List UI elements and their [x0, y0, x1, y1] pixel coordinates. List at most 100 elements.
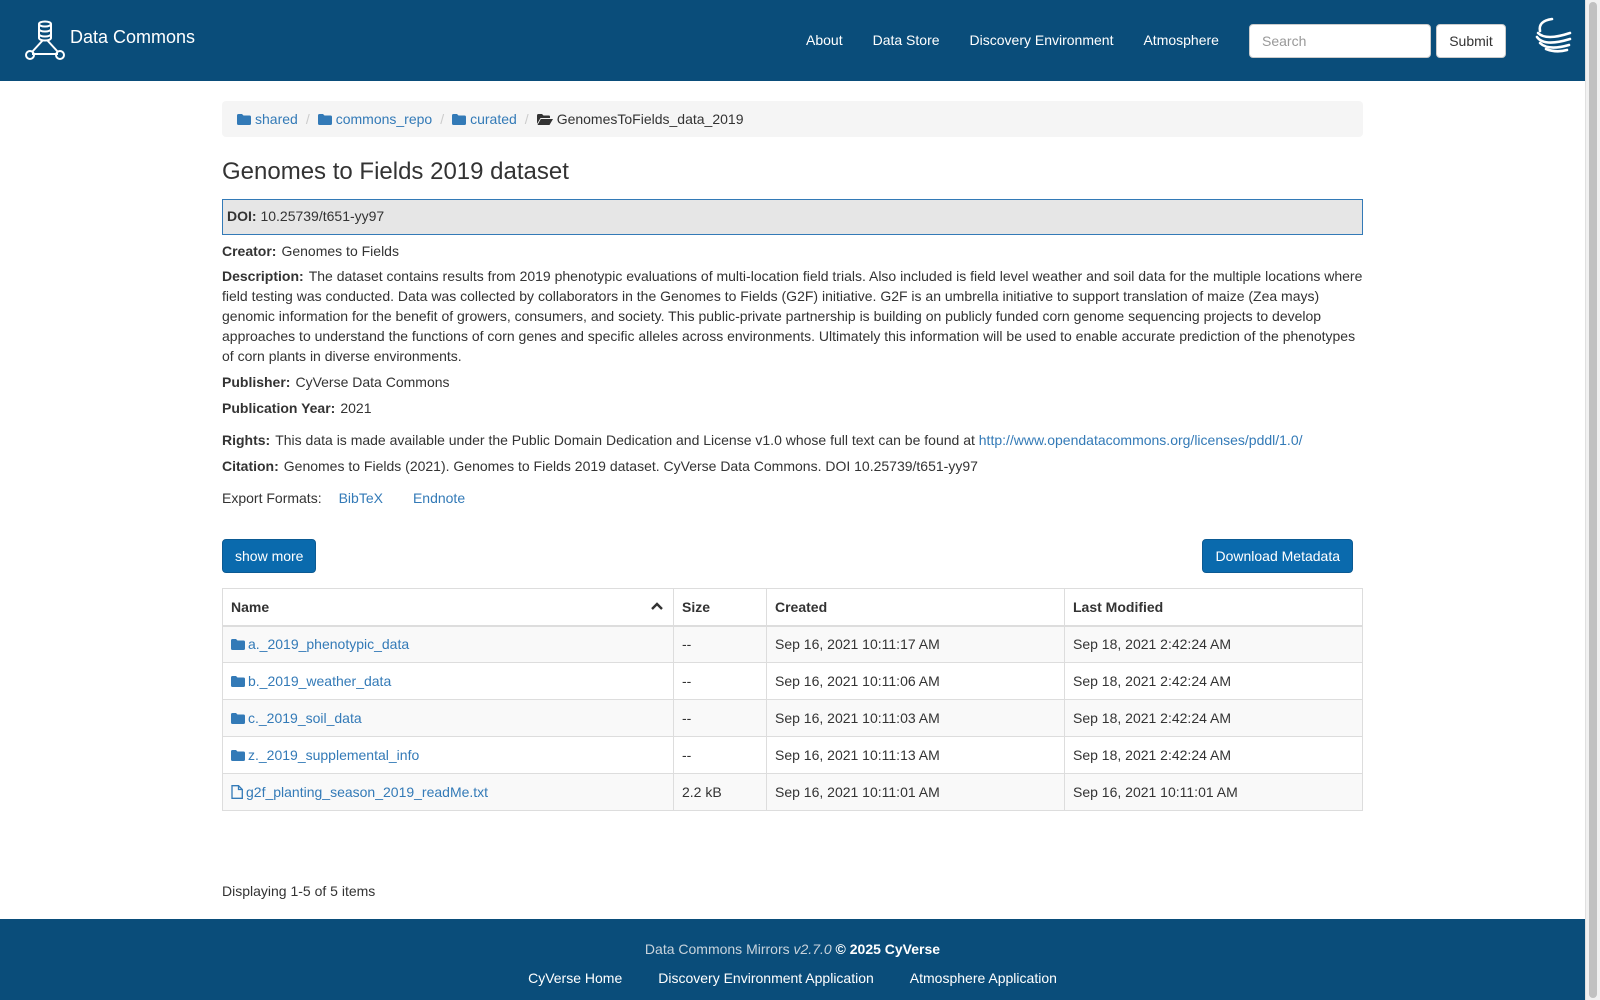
- created-cell: Sep 16, 2021 10:11:03 AM: [766, 699, 1065, 737]
- download-metadata-button[interactable]: Download Metadata: [1202, 539, 1353, 573]
- export-formats-label: Export Formats:: [222, 490, 322, 506]
- citation-label: Citation:: [222, 458, 279, 474]
- breadcrumb: shared / commons_repo / curated / Genome…: [222, 101, 1363, 137]
- modified-cell: Sep 18, 2021 2:42:24 AM: [1064, 699, 1363, 737]
- nav-about[interactable]: About: [806, 32, 843, 48]
- rights-label: Rights:: [222, 432, 271, 448]
- breadcrumb-shared[interactable]: shared: [237, 111, 298, 127]
- description-value: The dataset contains results from 2019 p…: [222, 268, 1363, 364]
- publisher-field: Publisher: CyVerse Data Commons: [222, 372, 1363, 392]
- doi-value: 10.25739/t651-yy97: [260, 208, 385, 224]
- size-cell: --: [673, 662, 767, 700]
- created-cell: Sep 16, 2021 10:11:01 AM: [766, 773, 1065, 811]
- table-row: a._2019_phenotypic_data -- Sep 16, 2021 …: [222, 625, 1363, 663]
- table-row: c._2019_soil_data -- Sep 16, 2021 10:11:…: [222, 699, 1363, 737]
- modified-cell: Sep 18, 2021 2:42:24 AM: [1064, 736, 1363, 774]
- file-name-cell: a._2019_phenotypic_data: [222, 625, 674, 663]
- table-row: g2f_planting_season_2019_readMe.txt 2.2 …: [222, 773, 1363, 811]
- folder-link[interactable]: c._2019_soil_data: [248, 710, 362, 726]
- breadcrumb-separator: /: [305, 111, 310, 127]
- breadcrumb-current: GenomesToFields_data_2019: [536, 111, 743, 127]
- page: Data Commons About Data Store Discovery …: [0, 0, 1585, 1000]
- main-content: shared / commons_repo / curated / Genome…: [222, 101, 1363, 811]
- license-link[interactable]: http://www.opendatacommons.org/licenses/…: [979, 432, 1303, 448]
- pagination-summary: Displaying 1-5 of 5 items: [222, 883, 376, 899]
- publisher-label: Publisher:: [222, 374, 291, 390]
- footer-link-discovery-environment[interactable]: Discovery Environment Application: [658, 970, 874, 986]
- data-commons-logo-icon: [25, 20, 65, 60]
- nav-data-store[interactable]: Data Store: [873, 32, 940, 48]
- brand-name: Data Commons: [70, 26, 196, 47]
- table-row: z._2019_supplemental_info -- Sep 16, 202…: [222, 736, 1363, 774]
- sort-ascending-icon[interactable]: [651, 601, 663, 611]
- footer: Data Commons Mirrors v2.7.0 © 2025 CyVer…: [0, 919, 1585, 1000]
- folder-link[interactable]: a._2019_phenotypic_data: [248, 636, 409, 652]
- creator-label: Creator:: [222, 243, 277, 259]
- file-link[interactable]: g2f_planting_season_2019_readMe.txt: [246, 784, 488, 800]
- breadcrumb-label: curated: [470, 111, 517, 127]
- size-cell: --: [673, 625, 767, 663]
- file-name-cell: g2f_planting_season_2019_readMe.txt: [222, 773, 674, 811]
- top-navbar: Data Commons About Data Store Discovery …: [0, 0, 1585, 81]
- size-cell: --: [673, 699, 767, 737]
- footer-version-line: Data Commons Mirrors v2.7.0 © 2025 CyVer…: [0, 941, 1585, 957]
- file-icon: [231, 785, 243, 799]
- footer-version: v2.7.0: [793, 941, 832, 957]
- folder-icon: [452, 113, 467, 125]
- breadcrumb-label: commons_repo: [335, 111, 433, 127]
- doi-label: DOI:: [227, 208, 257, 224]
- folder-icon: [231, 749, 245, 761]
- show-more-button[interactable]: show more: [222, 539, 317, 573]
- modified-cell: Sep 16, 2021 10:11:01 AM: [1064, 773, 1363, 811]
- file-name-cell: z._2019_supplemental_info: [222, 736, 674, 774]
- breadcrumb-label: shared: [255, 111, 298, 127]
- cyverse-logo-icon[interactable]: [1534, 17, 1572, 53]
- folder-icon: [231, 638, 245, 650]
- created-cell: Sep 16, 2021 10:11:13 AM: [766, 736, 1065, 774]
- footer-link-atmosphere[interactable]: Atmosphere Application: [910, 970, 1057, 986]
- created-cell: Sep 16, 2021 10:11:17 AM: [766, 625, 1065, 663]
- breadcrumb-curated[interactable]: curated: [452, 111, 517, 127]
- size-cell: 2.2 kB: [673, 773, 767, 811]
- folder-icon: [237, 113, 251, 125]
- size-cell: --: [673, 736, 767, 774]
- doi-box: DOI: 10.25739/t651-yy97: [222, 199, 1363, 235]
- file-name-cell: c._2019_soil_data: [222, 699, 674, 737]
- vertical-scrollbar[interactable]: [1585, 0, 1600, 1000]
- footer-links: CyVerse Home Discovery Environment Appli…: [0, 970, 1585, 986]
- citation-value: Genomes to Fields (2021). Genomes to Fie…: [283, 458, 978, 474]
- search-input[interactable]: [1249, 24, 1431, 58]
- breadcrumb-commons-repo[interactable]: commons_repo: [317, 111, 433, 127]
- citation-field: Citation: Genomes to Fields (2021). Genom…: [222, 456, 1363, 476]
- file-name-cell: b._2019_weather_data: [222, 662, 674, 700]
- main-nav: About Data Store Discovery Environment A…: [806, 32, 1249, 48]
- folder-link[interactable]: z._2019_supplemental_info: [248, 747, 419, 763]
- scrollbar-thumb[interactable]: [1589, 2, 1597, 998]
- column-header-name[interactable]: Name: [222, 588, 674, 627]
- rights-text: This data is made available under the Pu…: [275, 432, 975, 448]
- page-title: Genomes to Fields 2019 dataset: [222, 158, 569, 185]
- export-endnote-link[interactable]: Endnote: [413, 488, 465, 508]
- folder-link[interactable]: b._2019_weather_data: [248, 673, 391, 689]
- footer-link-cyverse-home[interactable]: CyVerse Home: [528, 970, 622, 986]
- brand-link[interactable]: Data Commons: [24, 18, 195, 62]
- publication-year-field: Publication Year: 2021: [222, 398, 1363, 418]
- creator-field: Creator: Genomes to Fields: [222, 241, 1363, 261]
- table-header-row: Name Size Created Last Modified: [222, 588, 1363, 627]
- column-header-name-label: Name: [231, 598, 270, 615]
- column-header-size[interactable]: Size: [673, 588, 767, 627]
- modified-cell: Sep 18, 2021 2:42:24 AM: [1064, 662, 1363, 700]
- nav-discovery-environment[interactable]: Discovery Environment: [970, 32, 1114, 48]
- search-submit-button[interactable]: Submit: [1436, 24, 1506, 58]
- description-field: Description: The dataset contains results…: [222, 266, 1363, 366]
- footer-copyright: © 2025 CyVerse: [835, 941, 941, 957]
- description-label: Description:: [222, 268, 304, 284]
- folder-icon: [231, 675, 245, 687]
- column-header-last-modified[interactable]: Last Modified: [1064, 588, 1363, 627]
- nav-atmosphere[interactable]: Atmosphere: [1143, 32, 1218, 48]
- footer-app-name: Data Commons Mirrors: [644, 941, 790, 957]
- column-header-created[interactable]: Created: [766, 588, 1065, 627]
- export-bibtex-link[interactable]: BibTeX: [339, 488, 383, 508]
- folder-icon: [317, 113, 332, 125]
- publisher-value: CyVerse Data Commons: [295, 374, 450, 390]
